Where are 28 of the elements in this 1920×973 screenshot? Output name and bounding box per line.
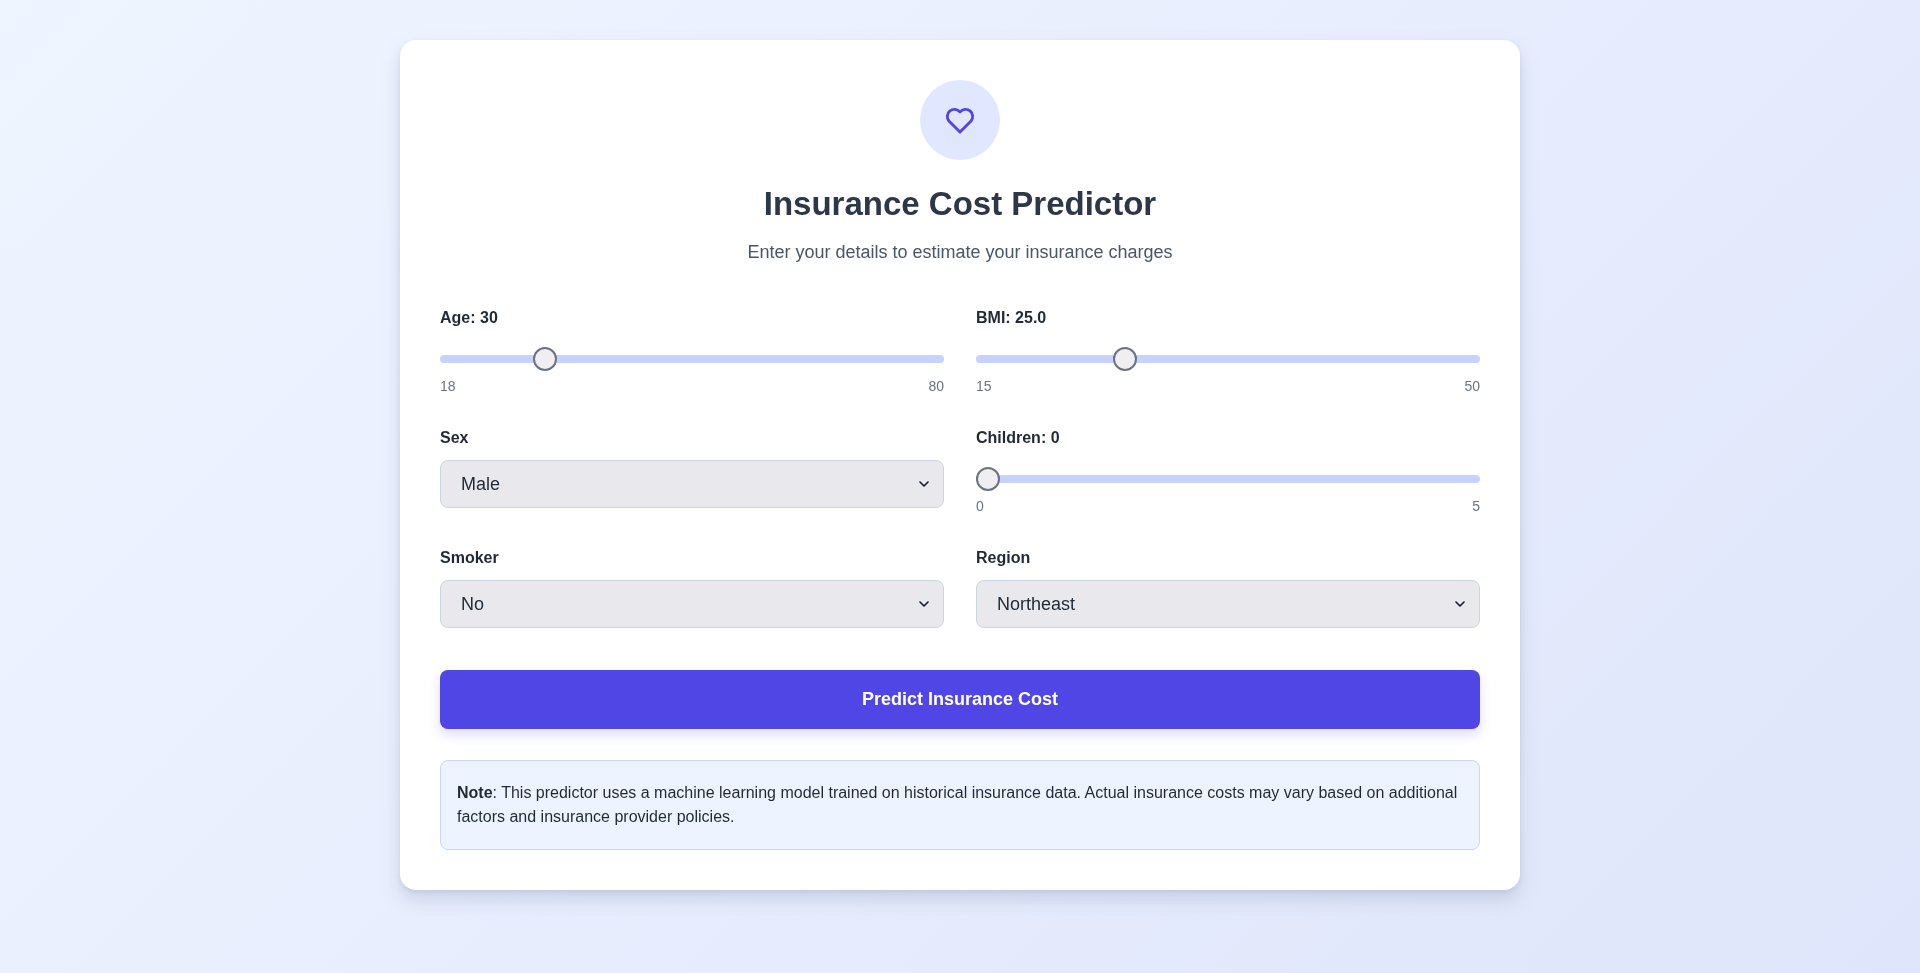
slider-track[interactable] [976,347,1480,371]
slider-thumb[interactable] [1113,347,1138,371]
slider-min-value: 18 [440,377,456,395]
slider-min-value: 15 [976,377,992,395]
slider-thumb[interactable] [532,347,557,371]
chevron-down-icon [1455,601,1465,607]
dropdown[interactable]: Male [440,460,944,508]
slider-max-value: 80 [928,377,944,395]
slider-label: BMI: 25.0 [976,308,1048,328]
dropdown[interactable]: Northeast [976,580,1480,628]
dropdown-label: Sex [440,428,470,448]
app-title: Insurance Cost Predictor [762,184,1158,224]
predict-button[interactable]: Predict Insurance Cost [440,670,1480,729]
slider-max-value: 5 [1472,497,1480,515]
slider-min-value: 0 [976,497,984,515]
app-subtitle: Enter your details to estimate your insurance charges [746,241,1174,264]
dropdown-label: Region [976,548,1032,568]
note-text: Note: This predictor uses a machine learning model trained on historical insurance data. Actual insurance costs may vary based on additional factors and insurance provider policies. [457,783,1459,827]
slider-thumb[interactable] [976,467,1000,491]
slider-label: Children: 0 [976,428,1061,448]
slider-track[interactable] [440,347,944,371]
slider-track[interactable] [976,467,1480,491]
dropdown-label: Smoker [440,548,500,568]
slider-max-value: 50 [1464,377,1480,395]
chevron-down-icon [919,481,929,487]
slider-label: Age: 30 [440,308,499,328]
dropdown[interactable]: No [440,580,944,628]
chevron-down-icon [919,601,929,607]
